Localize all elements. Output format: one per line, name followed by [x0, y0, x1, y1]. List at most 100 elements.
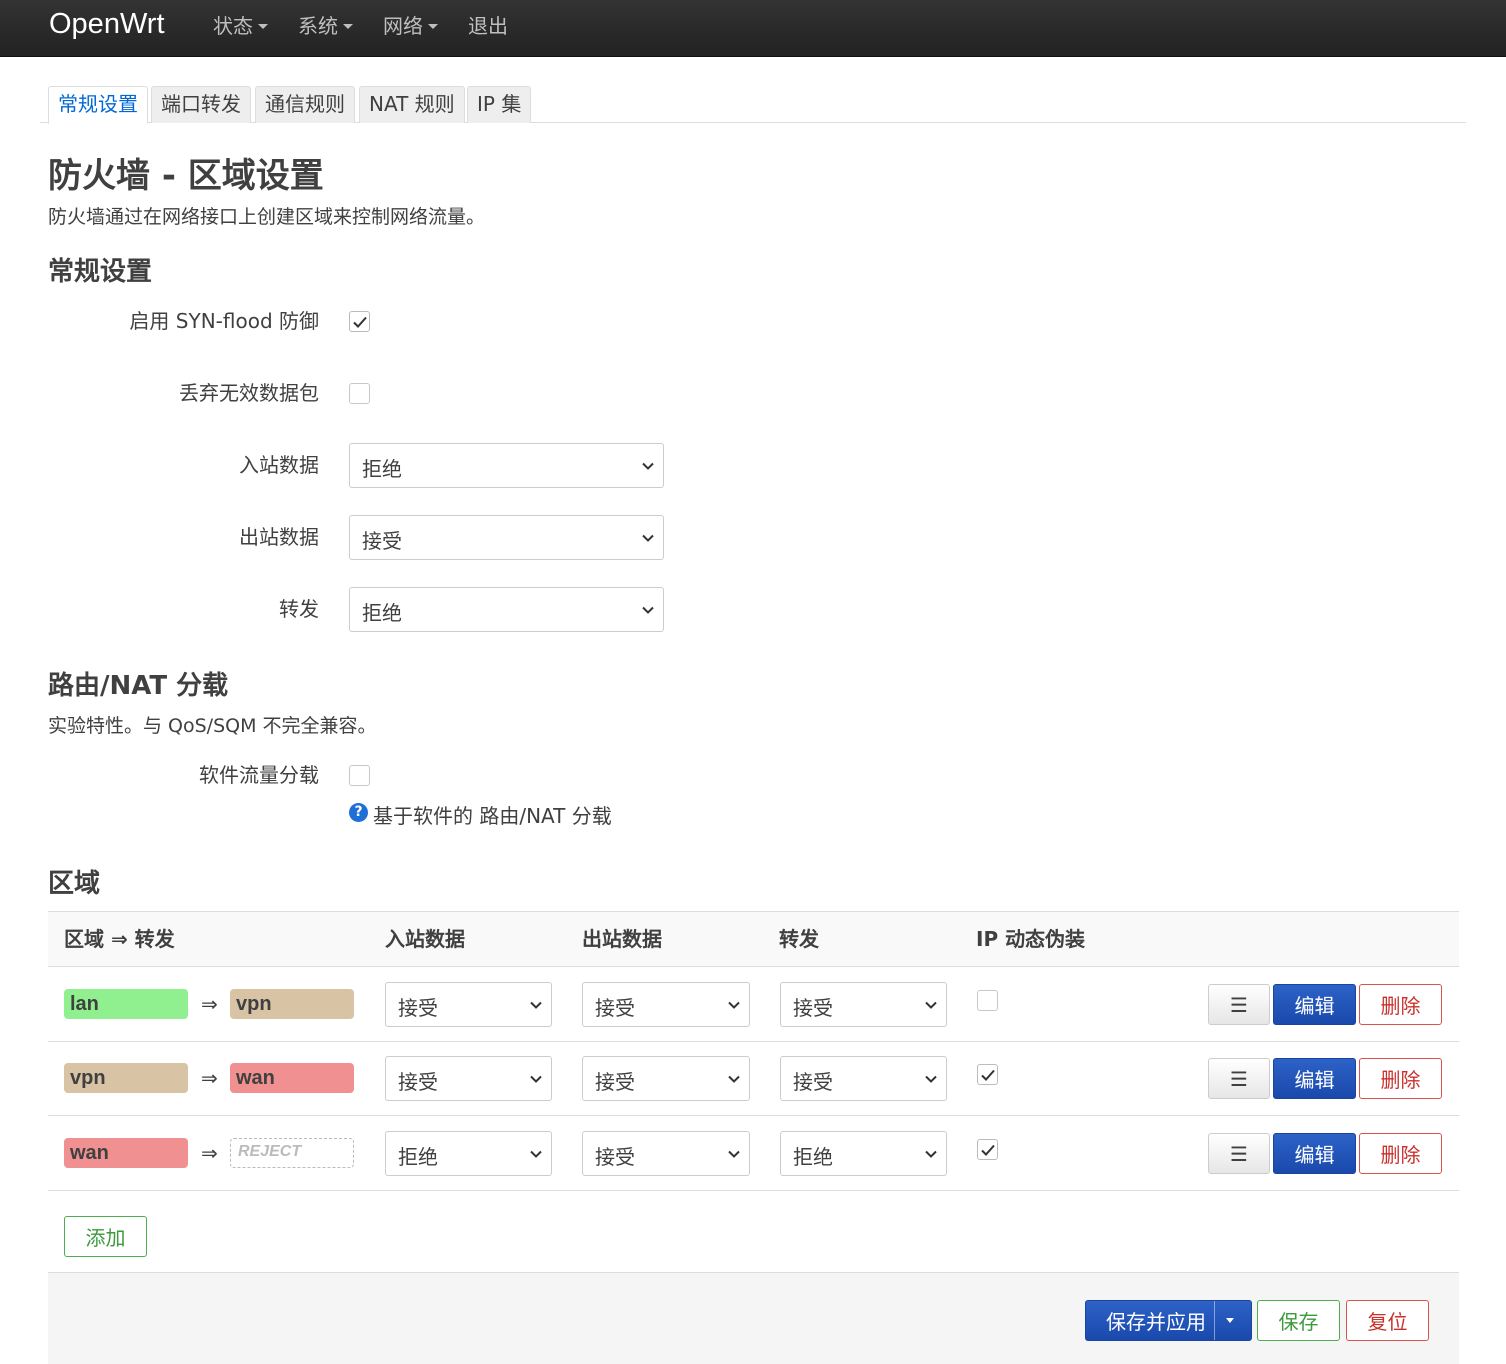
row-forward-select[interactable]: 拒绝	[780, 1131, 947, 1176]
zone-badge: lan	[64, 989, 188, 1019]
select-value: 接受	[595, 1145, 635, 1169]
caret-down-icon	[258, 23, 268, 29]
chevron-down-icon	[642, 462, 654, 470]
row-output-select[interactable]: 接受	[582, 1056, 750, 1101]
save-apply-label: 保存并应用	[1106, 1310, 1206, 1334]
masquerade-checkbox[interactable]	[977, 990, 998, 1011]
zone-badge: wan	[64, 1138, 188, 1168]
caret-down-icon[interactable]	[1226, 1318, 1234, 1323]
row-forward-select[interactable]: 接受	[780, 982, 947, 1027]
zone-badge: vpn	[64, 1063, 188, 1093]
col-input: 入站数据	[385, 927, 465, 951]
forward-policy-select[interactable]: 拒绝	[349, 587, 664, 632]
row-input-select[interactable]: 接受	[385, 1056, 552, 1101]
chevron-down-icon	[530, 1075, 542, 1083]
tab-port-forwards[interactable]: 端口转发	[151, 86, 251, 123]
input-policy-select[interactable]: 拒绝	[349, 443, 664, 488]
menu-logout-label: 退出	[468, 14, 508, 38]
table-header: 区域 ⇒ 转发 入站数据 出站数据 转发 IP 动态伪装	[48, 911, 1459, 967]
general-heading: 常规设置	[48, 257, 153, 287]
col-output: 出站数据	[582, 927, 662, 951]
form-actions-bar: 保存并应用 保存 复位	[48, 1272, 1459, 1364]
page-description: 防火墙通过在网络接口上创建区域来控制网络流量。	[48, 206, 486, 228]
table-row: vpn ⇒ wan 接受 接受 接受 ☰ 编辑 删除	[48, 1041, 1459, 1116]
save-apply-button[interactable]: 保存并应用	[1085, 1300, 1252, 1341]
forward-arrow: ⇒	[201, 992, 218, 1016]
row-forward-select[interactable]: 接受	[780, 1056, 947, 1101]
dest-zone-reject-badge: REJECT	[230, 1138, 354, 1168]
input-policy-label: 入站数据	[239, 453, 319, 477]
main-menu: 状态 系统 网络 退出	[213, 13, 538, 39]
dest-zone-badge: vpn	[230, 989, 354, 1019]
select-value: 接受	[793, 996, 833, 1020]
button-divider	[1214, 1301, 1215, 1340]
caret-down-icon	[428, 23, 438, 29]
menu-network-label: 网络	[383, 14, 423, 38]
select-value: 接受	[595, 996, 635, 1020]
tab-bar: 常规设置 端口转发 通信规则 NAT 规则 IP 集	[40, 86, 1466, 124]
select-value: 接受	[362, 529, 402, 553]
check-icon	[353, 316, 367, 328]
menu-status[interactable]: 状态	[213, 13, 268, 39]
sw-offload-checkbox[interactable]	[349, 765, 370, 786]
chevron-down-icon	[530, 1150, 542, 1158]
select-value: 接受	[398, 1070, 438, 1094]
help-text: 基于软件的 路由/NAT 分载	[373, 804, 612, 828]
delete-button[interactable]: 删除	[1359, 984, 1442, 1025]
chevron-down-icon	[642, 606, 654, 614]
row-input-select[interactable]: 接受	[385, 982, 552, 1027]
output-policy-select[interactable]: 接受	[349, 515, 664, 560]
reset-button[interactable]: 复位	[1346, 1300, 1429, 1341]
chevron-down-icon	[728, 1150, 740, 1158]
edit-button[interactable]: 编辑	[1273, 984, 1356, 1025]
select-value: 接受	[595, 1070, 635, 1094]
offload-heading: 路由/NAT 分载	[48, 671, 229, 701]
add-zone-button[interactable]: 添加	[64, 1216, 147, 1257]
menu-logout[interactable]: 退出	[468, 13, 508, 39]
syn-flood-checkbox[interactable]	[349, 311, 370, 332]
tab-traffic-rules[interactable]: 通信规则	[255, 86, 355, 123]
check-icon	[981, 1144, 995, 1156]
edit-button[interactable]: 编辑	[1273, 1058, 1356, 1099]
menu-system[interactable]: 系统	[298, 13, 353, 39]
row-output-select[interactable]: 接受	[582, 1131, 750, 1176]
select-value: 拒绝	[362, 457, 402, 481]
delete-button[interactable]: 删除	[1359, 1133, 1442, 1174]
table-row: lan ⇒ vpn 接受 接受 接受 ☰ 编辑 删除	[48, 967, 1459, 1042]
row-input-select[interactable]: 拒绝	[385, 1131, 552, 1176]
select-value: 拒绝	[793, 1145, 833, 1169]
select-value: 拒绝	[398, 1145, 438, 1169]
masquerade-checkbox[interactable]	[977, 1064, 998, 1085]
chevron-down-icon	[530, 1001, 542, 1009]
edit-button[interactable]: 编辑	[1273, 1133, 1356, 1174]
sw-offload-help: ? 基于软件的 路由/NAT 分载	[349, 802, 612, 829]
select-value: 接受	[398, 996, 438, 1020]
chevron-down-icon	[925, 1001, 937, 1009]
save-button[interactable]: 保存	[1257, 1300, 1340, 1341]
tab-ipsets[interactable]: IP 集	[467, 86, 532, 123]
row-menu-button[interactable]: ☰	[1208, 1058, 1270, 1099]
masquerade-checkbox[interactable]	[977, 1139, 998, 1160]
brand-logo[interactable]: OpenWrt	[49, 6, 165, 42]
col-forward: 转发	[779, 927, 819, 951]
row-output-select[interactable]: 接受	[582, 982, 750, 1027]
select-value: 拒绝	[362, 601, 402, 625]
drop-invalid-checkbox[interactable]	[349, 383, 370, 404]
row-menu-button[interactable]: ☰	[1208, 1133, 1270, 1174]
table-row: wan ⇒ REJECT 拒绝 接受 拒绝 ☰ 编辑 删除	[48, 1116, 1459, 1191]
page-title: 防火墙 - 区域设置	[48, 156, 324, 196]
menu-network[interactable]: 网络	[383, 13, 438, 39]
tab-nat-rules[interactable]: NAT 规则	[359, 86, 465, 123]
forward-arrow: ⇒	[201, 1141, 218, 1165]
syn-flood-label: 启用 SYN-flood 防御	[129, 309, 319, 333]
chevron-down-icon	[728, 1001, 740, 1009]
delete-button[interactable]: 删除	[1359, 1058, 1442, 1099]
row-menu-button[interactable]: ☰	[1208, 984, 1270, 1025]
col-masquerading: IP 动态伪装	[976, 927, 1086, 951]
question-icon: ?	[349, 802, 368, 822]
tab-general[interactable]: 常规设置	[48, 86, 148, 124]
forward-arrow: ⇒	[201, 1066, 218, 1090]
menu-system-label: 系统	[298, 14, 338, 38]
sw-offload-label: 软件流量分载	[199, 763, 319, 787]
drop-invalid-label: 丢弃无效数据包	[179, 381, 319, 405]
